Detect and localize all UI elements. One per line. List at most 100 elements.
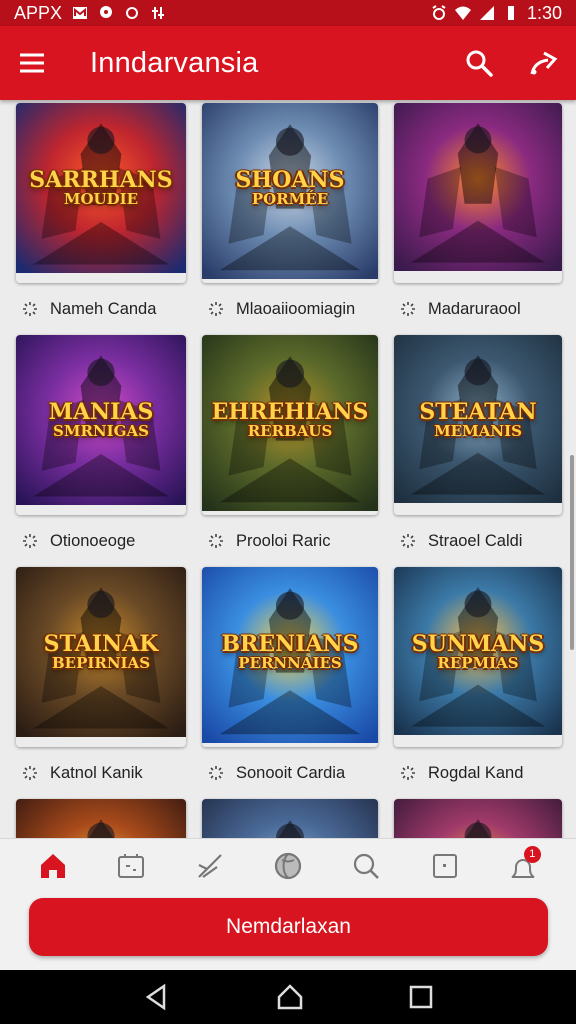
- game-card[interactable]: SHOANS PORMÉE Mlaoaiioomiagin: [202, 103, 378, 335]
- game-caption[interactable]: Katnol Kanik: [16, 747, 186, 799]
- game-caption[interactable]: Straoel Caldi: [394, 515, 562, 567]
- loading-icon: [401, 302, 415, 316]
- game-logo: BRENIANS PERNNAIES: [221, 631, 359, 672]
- game-card[interactable]: STAINAK BEPIRNIAS Katnol Kanik: [16, 567, 186, 799]
- game-thumbnail[interactable]: [394, 799, 562, 838]
- nav-widgets[interactable]: [111, 846, 151, 886]
- game-logo: SUNMANS REPMIAS: [411, 631, 545, 672]
- share-icon[interactable]: [528, 48, 558, 78]
- game-caption[interactable]: Rogdal Kand: [394, 747, 562, 799]
- game-title: Otionoeoge: [50, 531, 136, 550]
- game-card[interactable]: [16, 799, 186, 838]
- game-title: Sonooit Cardia: [236, 763, 346, 782]
- game-thumbnail[interactable]: MANIAS SMRNIGAS: [16, 335, 186, 515]
- game-thumbnail[interactable]: [16, 799, 186, 838]
- game-caption[interactable]: Mlaoaiioomiagin: [202, 283, 378, 335]
- mail-icon: [73, 7, 88, 19]
- game-art-image: [394, 799, 562, 838]
- wifi-icon: [454, 6, 471, 20]
- loading-icon: [401, 766, 415, 780]
- widget-icon: [118, 853, 145, 878]
- game-logo: MANIAS SMRNIGAS: [48, 399, 154, 440]
- game-thumbnail[interactable]: SHOANS PORMÉE: [202, 103, 378, 283]
- search-icon[interactable]: [464, 48, 494, 78]
- menu-icon[interactable]: [18, 51, 46, 75]
- game-title: Mlaoaiioomiagin: [236, 299, 356, 318]
- game-card[interactable]: SARRHANS MOUDIE Nameh Canda: [16, 103, 186, 335]
- game-title: Nameh Canda: [50, 299, 157, 318]
- game-thumbnail[interactable]: STEATAN MEMANIS: [394, 335, 562, 515]
- game-card[interactable]: EHREHIANS RERBAUS Prooloi Raric: [202, 335, 378, 567]
- game-caption[interactable]: Otionoeoge: [16, 515, 186, 567]
- notification-badge: 1: [523, 845, 541, 863]
- game-title: Prooloi Raric: [236, 531, 331, 550]
- game-caption[interactable]: Madaruraool: [394, 283, 562, 335]
- globe-icon: [274, 852, 302, 879]
- nav-pages[interactable]: [425, 846, 465, 886]
- data-icon: [152, 7, 165, 19]
- loading-icon: [209, 302, 223, 316]
- primary-action-button[interactable]: Nemdarlaxan: [29, 898, 548, 956]
- system-nav-bar: [0, 970, 576, 1024]
- app-bar: Inndarvansia: [0, 26, 576, 100]
- app-title: Inndarvansia: [90, 46, 259, 79]
- nav-home[interactable]: [33, 846, 73, 886]
- game-card[interactable]: SUNMANS REPMIAS Rogdal Kand: [394, 567, 562, 799]
- game-caption[interactable]: Nameh Canda: [16, 283, 186, 335]
- game-card[interactable]: [394, 799, 562, 838]
- game-thumbnail[interactable]: [394, 103, 562, 283]
- loading-icon: [23, 302, 37, 316]
- game-card[interactable]: MANIAS SMRNIGAS Otionoeoge: [16, 335, 186, 567]
- game-card[interactable]: Madaruraool: [394, 103, 562, 335]
- nav-notifications[interactable]: 1: [503, 845, 543, 886]
- game-title: Rogdal Kand: [428, 763, 524, 782]
- game-list[interactable]: SARRHANS MOUDIE Nameh Canda SHOANS PORMÉ…: [0, 100, 576, 838]
- game-logo: EHREHIANS RERBAUS: [211, 399, 369, 440]
- game-card[interactable]: STEATAN MEMANIS Straoel Caldi: [394, 335, 562, 567]
- bottom-nav: 1: [0, 838, 576, 892]
- game-title: Straoel Caldi: [428, 531, 523, 550]
- game-card[interactable]: BRENIANS PERNNAIES Sonooit Cardia: [202, 567, 378, 799]
- game-title: Katnol Kanik: [50, 763, 143, 782]
- recents-icon[interactable]: [408, 984, 434, 1010]
- carrier-label: APPX: [14, 2, 63, 23]
- nav-world[interactable]: [268, 846, 308, 886]
- game-thumbnail[interactable]: [202, 799, 378, 838]
- search-icon: [354, 853, 380, 879]
- game-thumbnail[interactable]: SARRHANS MOUDIE: [16, 103, 186, 283]
- swords-icon: [197, 853, 222, 878]
- location-icon: [100, 6, 113, 18]
- loading-icon: [23, 534, 37, 548]
- back-icon[interactable]: [142, 982, 172, 1012]
- cta-area: Nemdarlaxan: [0, 892, 576, 970]
- nav-battle[interactable]: [190, 846, 230, 886]
- game-thumbnail[interactable]: BRENIANS PERNNAIES: [202, 567, 378, 747]
- game-title: Madaruraool: [428, 299, 521, 318]
- status-bar: APPX 1:30: [0, 0, 576, 26]
- sync-icon: [126, 7, 139, 19]
- loading-icon: [23, 766, 37, 780]
- game-art-image: [394, 103, 562, 271]
- loading-icon: [209, 534, 223, 548]
- game-logo: SARRHANS MOUDIE: [29, 167, 173, 208]
- nav-search[interactable]: [346, 846, 386, 886]
- home-icon: [41, 853, 66, 878]
- square-icon: [432, 853, 457, 878]
- game-thumbnail[interactable]: SUNMANS REPMIAS: [394, 567, 562, 747]
- game-card[interactable]: [202, 799, 378, 838]
- alarm-icon: [432, 5, 446, 20]
- game-thumbnail[interactable]: STAINAK BEPIRNIAS: [16, 567, 186, 747]
- game-thumbnail[interactable]: EHREHIANS RERBAUS: [202, 335, 378, 515]
- status-time: 1:30: [526, 2, 562, 23]
- scrollbar[interactable]: [570, 455, 574, 650]
- loading-icon: [209, 766, 223, 780]
- signal-icon: [479, 6, 494, 20]
- game-caption[interactable]: Sonooit Cardia: [202, 747, 378, 799]
- game-logo: STAINAK BEPIRNIAS: [43, 631, 159, 672]
- game-logo: STEATAN MEMANIS: [419, 399, 537, 440]
- game-art-image: [16, 799, 186, 838]
- battery-icon: [507, 6, 514, 20]
- home-nav-icon[interactable]: [275, 982, 305, 1012]
- game-caption[interactable]: Prooloi Raric: [202, 515, 378, 567]
- game-logo: SHOANS PORMÉE: [235, 167, 345, 208]
